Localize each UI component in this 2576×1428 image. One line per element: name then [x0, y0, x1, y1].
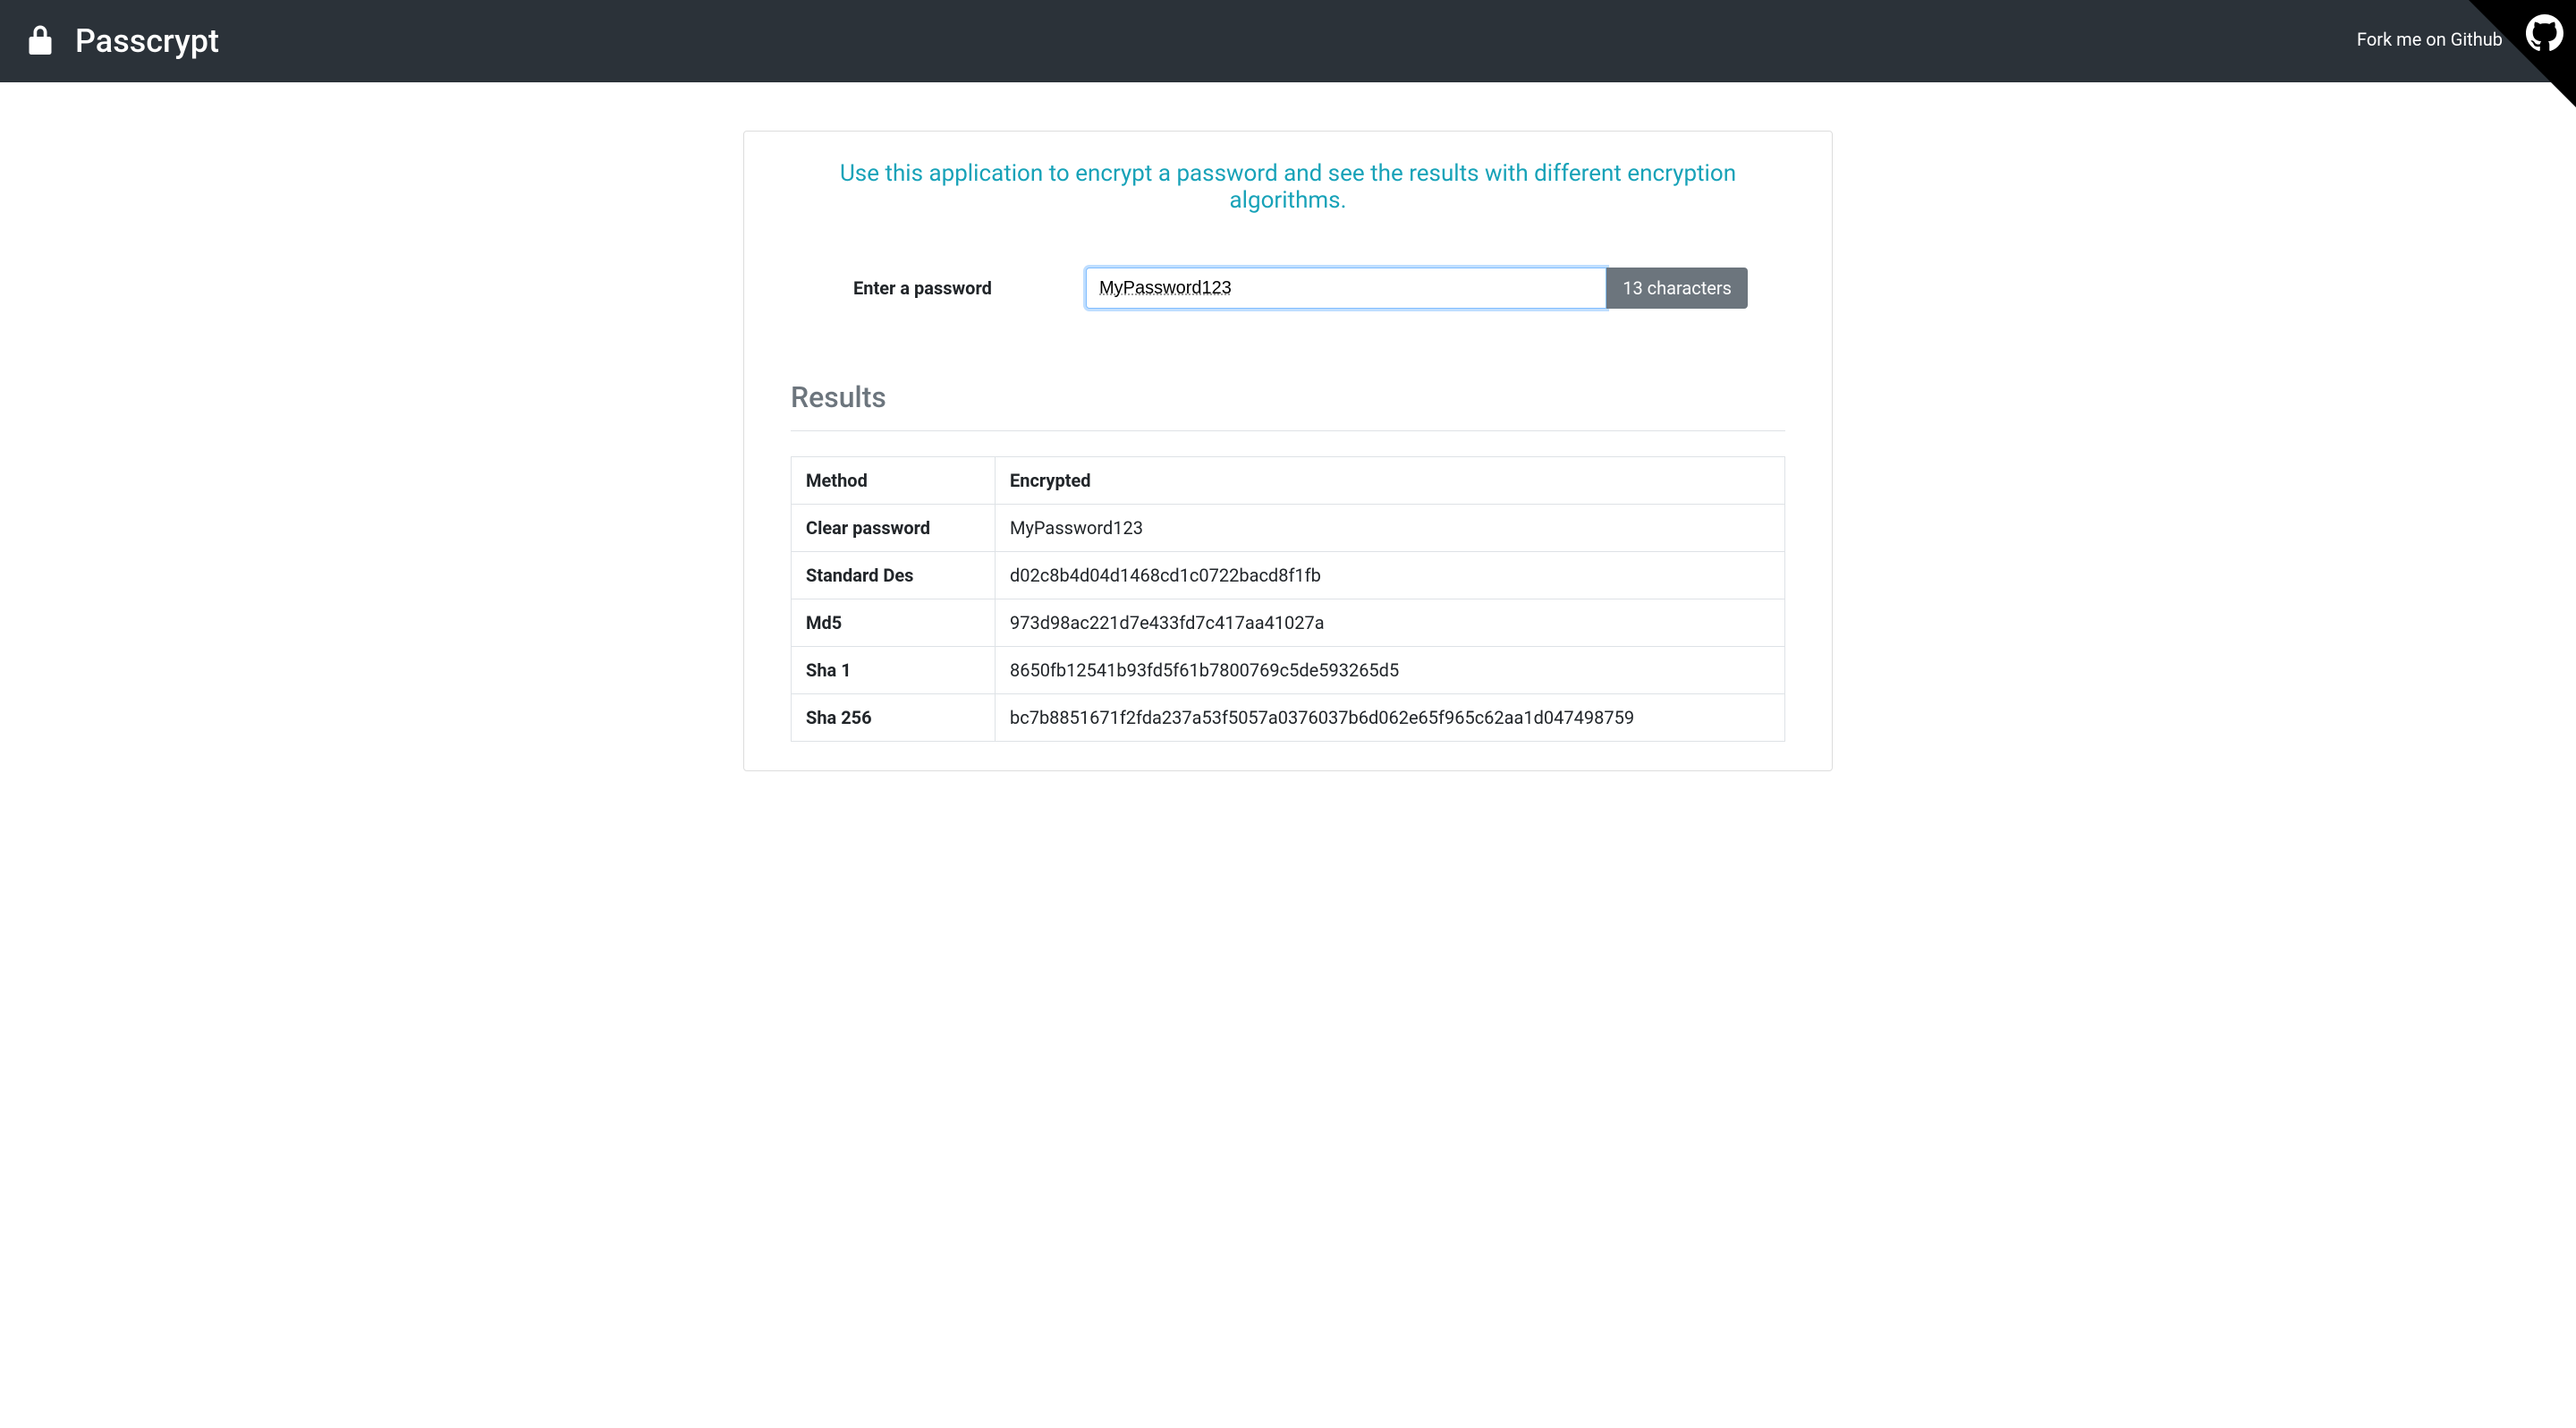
password-input[interactable] [1086, 268, 1606, 309]
main-panel: Use this application to encrypt a passwo… [743, 131, 1833, 771]
password-input-group: 13 characters [1086, 268, 1748, 309]
password-form-row: Enter a password 13 characters [791, 268, 1785, 309]
github-ribbon[interactable]: Fork me on Github [2442, 0, 2576, 82]
value-cell: 8650fb12541b93fd5f61b7800769c5de593265d5 [996, 647, 1785, 694]
char-count-badge: 13 characters [1606, 268, 1748, 309]
method-cell: Sha 256 [792, 694, 996, 742]
results-heading: Results [791, 380, 1785, 431]
table-row: Md5 973d98ac221d7e433fd7c417aa41027a [792, 599, 1785, 647]
method-cell: Md5 [792, 599, 996, 647]
navbar-brand[interactable]: Passcrypt [27, 22, 219, 60]
method-cell: Sha 1 [792, 647, 996, 694]
table-row: Sha 256 bc7b8851671f2fda237a53f5057a0376… [792, 694, 1785, 742]
main-container: Use this application to encrypt a passwo… [730, 131, 1846, 771]
method-cell: Standard Des [792, 552, 996, 599]
table-row: Sha 1 8650fb12541b93fd5f61b7800769c5de59… [792, 647, 1785, 694]
app-title: Passcrypt [75, 22, 219, 60]
col-method: Method [792, 457, 996, 505]
value-cell: MyPassword123 [996, 505, 1785, 552]
value-cell: d02c8b4d04d1468cd1c0722bacd8f1fb [996, 552, 1785, 599]
password-label: Enter a password [853, 277, 1086, 299]
results-table: Method Encrypted Clear password MyPasswo… [791, 456, 1785, 742]
table-row: Standard Des d02c8b4d04d1468cd1c0722bacd… [792, 552, 1785, 599]
navbar: Passcrypt Fork me on Github [0, 0, 2576, 82]
table-header-row: Method Encrypted [792, 457, 1785, 505]
value-cell: bc7b8851671f2fda237a53f5057a0376037b6d06… [996, 694, 1785, 742]
fork-github-link[interactable]: Fork me on Github [2357, 29, 2503, 50]
description-text: Use this application to encrypt a passwo… [791, 160, 1785, 214]
col-encrypted: Encrypted [996, 457, 1785, 505]
value-cell: 973d98ac221d7e433fd7c417aa41027a [996, 599, 1785, 647]
method-cell: Clear password [792, 505, 996, 552]
table-row: Clear password MyPassword123 [792, 505, 1785, 552]
github-octocat-icon [2526, 14, 2563, 52]
lock-icon [27, 25, 54, 57]
